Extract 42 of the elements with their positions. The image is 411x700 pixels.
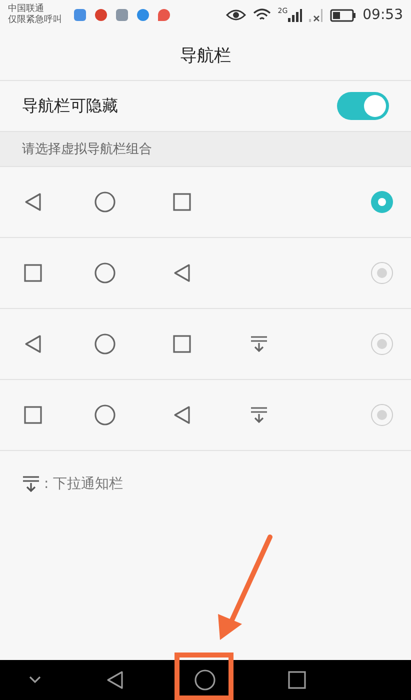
radio-button[interactable]: [371, 262, 393, 284]
emergency-note: 仅限紧急呼叫: [8, 15, 62, 26]
legend-text: : 下拉通知栏: [44, 475, 124, 493]
home-icon: [94, 262, 116, 284]
home-icon: [94, 333, 116, 355]
back-icon: [172, 405, 192, 425]
back-icon[interactable]: [105, 670, 125, 690]
highlight-frame: [174, 652, 234, 700]
location-pin-icon: [158, 9, 170, 21]
signal-icon: [288, 8, 302, 22]
home-icon: [94, 191, 116, 213]
no-signal-icon: [308, 8, 323, 22]
clock-time: 09:53: [362, 7, 403, 23]
pull-down-icon: [22, 475, 40, 493]
app-notification-icon: [116, 9, 128, 21]
back-icon: [172, 263, 192, 283]
chevron-down-icon[interactable]: [29, 676, 41, 684]
recents-icon: [24, 406, 42, 424]
carrier-name: 中国联通: [8, 4, 45, 14]
hide-toggle[interactable]: [337, 92, 389, 120]
app-notification-icon: [137, 9, 149, 21]
radio-button[interactable]: [371, 333, 393, 355]
recents-icon[interactable]: [288, 671, 306, 689]
battery-icon: [330, 8, 356, 22]
wifi-icon: [252, 8, 271, 22]
recents-icon: [172, 193, 190, 211]
app-notification-icon: [74, 9, 86, 21]
section-header: 请选择虚拟导航栏组合: [22, 141, 152, 158]
home-icon[interactable]: [194, 669, 216, 691]
back-icon: [23, 192, 43, 212]
toggle-label: 导航栏可隐藏: [22, 96, 118, 116]
pull-down-icon: [250, 406, 268, 424]
radio-button[interactable]: [371, 404, 393, 426]
app-notification-icon: [95, 9, 107, 21]
radio-button[interactable]: [371, 191, 393, 213]
page-title: 导航栏: [180, 44, 231, 66]
back-icon: [23, 334, 43, 354]
recents-icon: [172, 335, 190, 353]
pull-down-icon: [250, 335, 268, 353]
home-icon: [94, 404, 116, 426]
eye-icon: [226, 8, 246, 22]
recents-icon: [24, 264, 42, 282]
